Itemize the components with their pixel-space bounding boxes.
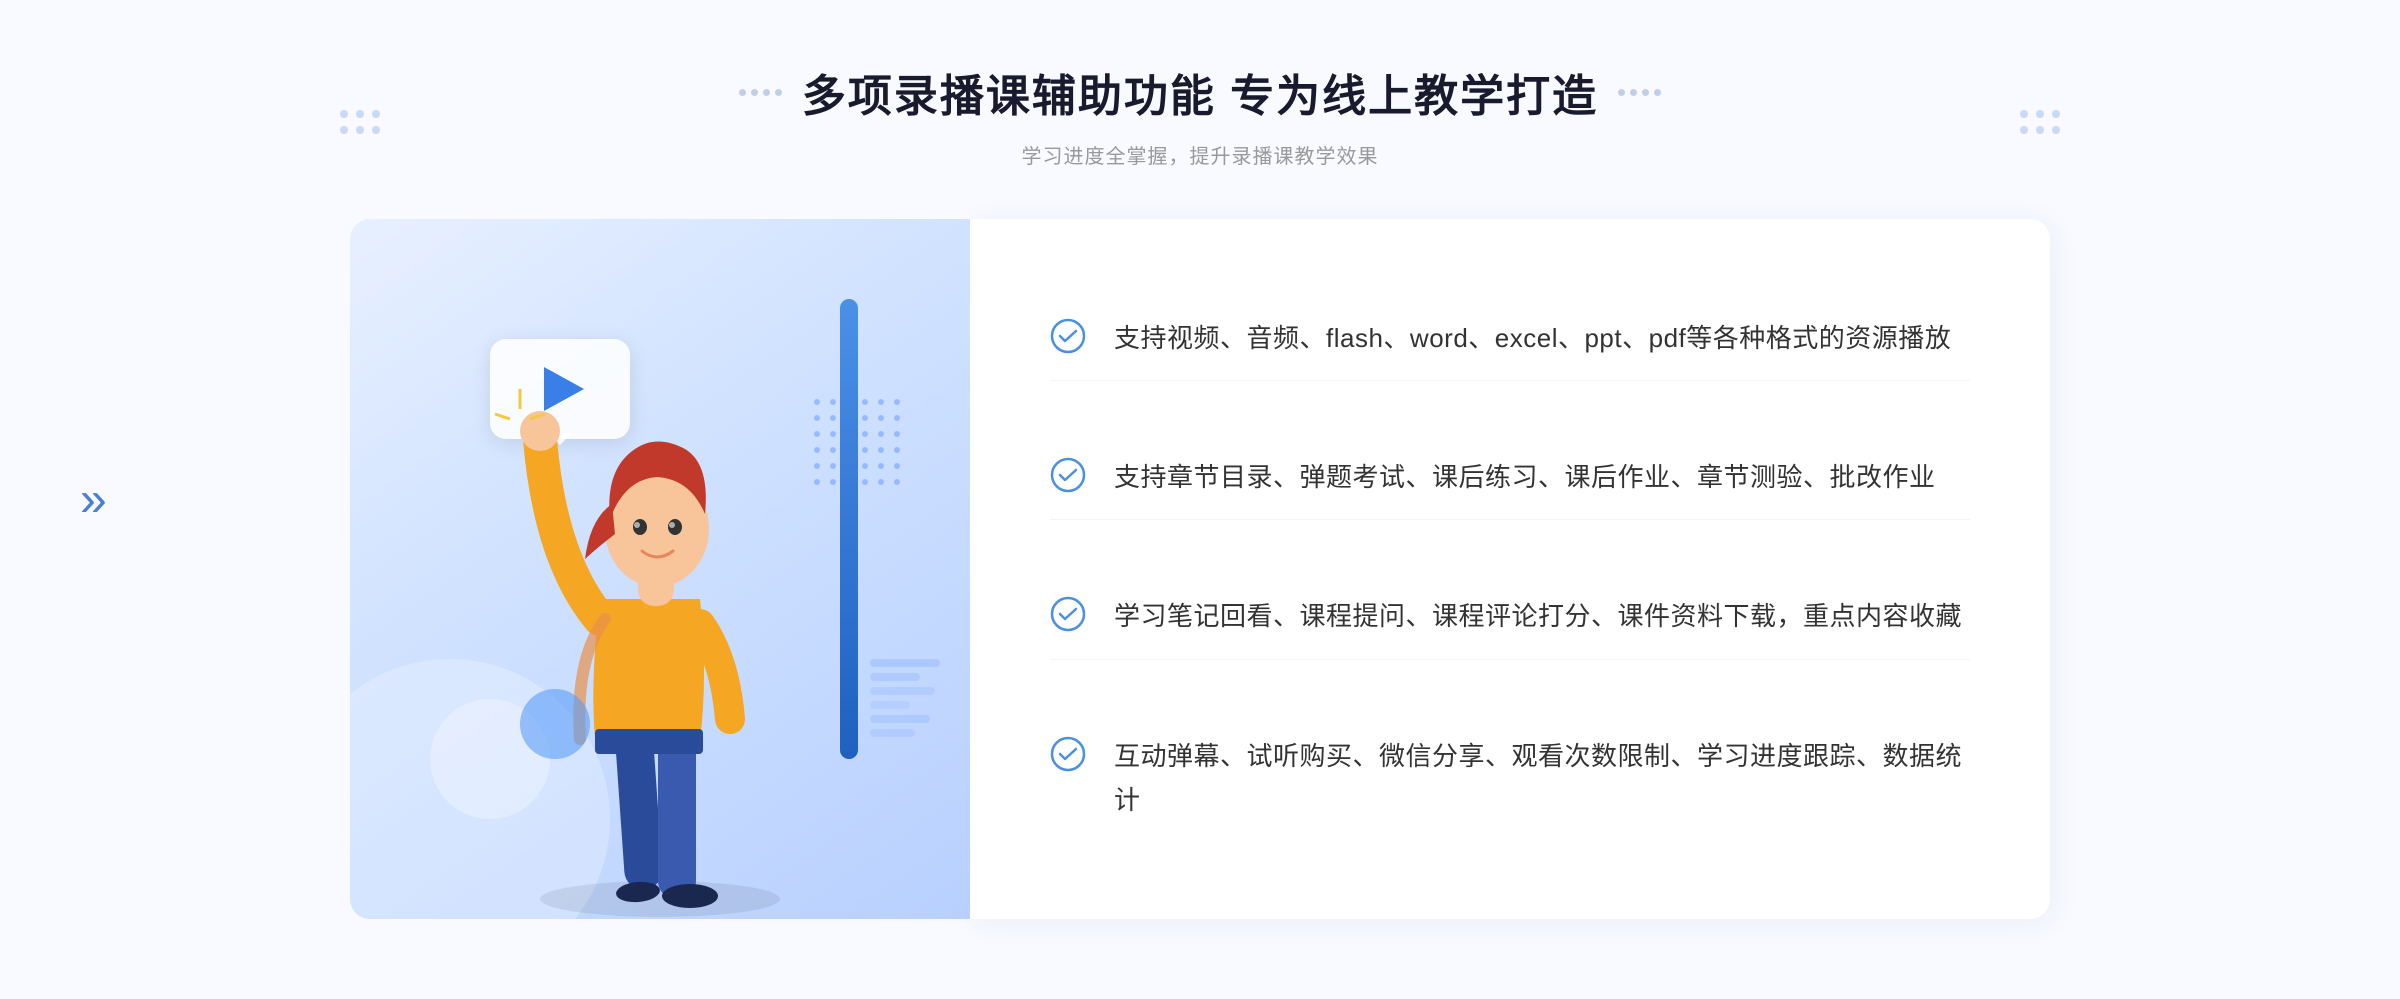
decorative-dots-tl (340, 110, 380, 134)
page-subtitle: 学习进度全掌握，提升录播课教学效果 (739, 140, 1661, 169)
feature-item-2: 支持章节目录、弹题考试、课后练习、课后作业、章节测验、批改作业 (1050, 435, 1970, 520)
feature-text-3: 学习笔记回看、课程提问、课程评论打分、课件资料下载，重点内容收藏 (1114, 594, 1962, 638)
decorative-dots-tr (2020, 110, 2060, 134)
figure-container (430, 339, 810, 919)
check-icon-2 (1050, 457, 1086, 493)
illus-lines (870, 659, 940, 739)
feature-text-4: 互动弹幕、试听购买、微信分享、观看次数限制、学习进度跟踪、数据统计 (1114, 734, 1970, 822)
page-title: 多项录播课辅助功能 专为线上教学打造 (802, 60, 1598, 124)
illustration-panel (350, 219, 970, 919)
content-area: 支持视频、音频、flash、word、excel、ppt、pdf等各种格式的资源… (350, 219, 2050, 919)
left-chevron-icon[interactable]: » (80, 472, 107, 527)
feature-text-2: 支持章节目录、弹题考试、课后练习、课后作业、章节测验、批改作业 (1114, 455, 1936, 499)
page-wrapper: 多项录播课辅助功能 专为线上教学打造 学习进度全掌握，提升录播课教学效果 » (0, 0, 2400, 999)
check-icon-1 (1050, 318, 1086, 354)
title-dots-left (739, 89, 782, 96)
feature-text-1: 支持视频、音频、flash、word、excel、ppt、pdf等各种格式的资源… (1114, 316, 1951, 360)
feature-item-4: 互动弹幕、试听购买、微信分享、观看次数限制、学习进度跟踪、数据统计 (1050, 714, 1970, 842)
feature-item-1: 支持视频、音频、flash、word、excel、ppt、pdf等各种格式的资源… (1050, 296, 1970, 381)
check-icon-4 (1050, 736, 1086, 772)
header-section: 多项录播课辅助功能 专为线上教学打造 学习进度全掌握，提升录播课教学效果 (739, 60, 1661, 169)
person-figure (490, 359, 830, 919)
title-dots-right (1618, 89, 1661, 96)
check-icon-3 (1050, 596, 1086, 632)
features-panel: 支持视频、音频、flash、word、excel、ppt、pdf等各种格式的资源… (970, 219, 2050, 919)
blue-vertical-bar (840, 299, 858, 759)
illus-blue-circle (520, 689, 590, 759)
title-row: 多项录播课辅助功能 专为线上教学打造 (739, 60, 1661, 124)
feature-item-3: 学习笔记回看、课程提问、课程评论打分、课件资料下载，重点内容收藏 (1050, 574, 1970, 659)
